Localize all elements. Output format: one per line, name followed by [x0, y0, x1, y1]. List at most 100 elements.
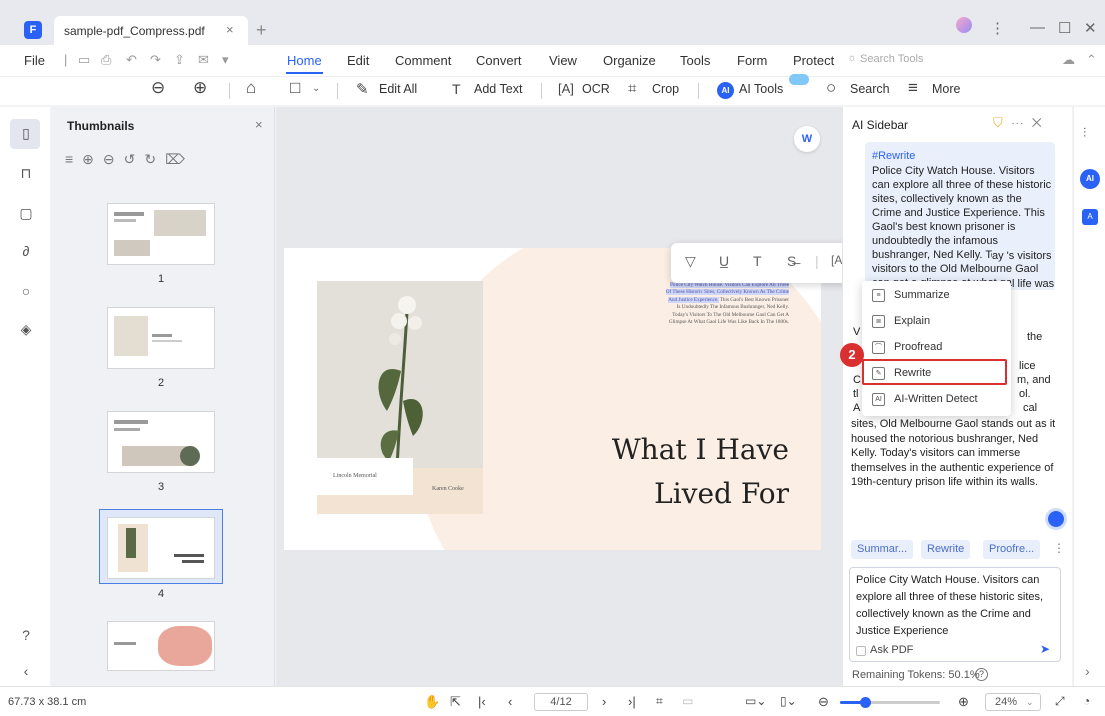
- ask-pdf-checkbox[interactable]: [856, 646, 866, 656]
- search-icon[interactable]: ○: [17, 283, 35, 299]
- menu-form[interactable]: Form: [737, 53, 767, 68]
- user-avatar-icon[interactable]: [956, 17, 972, 33]
- underline-icon[interactable]: U̲: [719, 253, 729, 269]
- thumbnail-page-3[interactable]: [107, 411, 215, 473]
- cloud-icon[interactable]: ☁: [1062, 52, 1075, 68]
- ai-tools-icon[interactable]: AI: [717, 82, 734, 99]
- ocr-icon[interactable]: [A]: [558, 81, 574, 96]
- thumbnail-page-2[interactable]: [107, 307, 215, 369]
- zoom-slider[interactable]: [840, 697, 940, 708]
- menu-file[interactable]: File: [24, 53, 45, 68]
- menu-home[interactable]: Home: [287, 53, 322, 68]
- prompt-input[interactable]: Police City Watch House. Visitors can ex…: [849, 567, 1061, 662]
- highlight-icon[interactable]: ⌂: [246, 78, 256, 98]
- page-number-input[interactable]: 4/12: [534, 693, 588, 711]
- ocr-button[interactable]: OCR: [582, 82, 610, 96]
- new-tab-icon[interactable]: +: [256, 20, 267, 41]
- previous-page-icon[interactable]: ‹: [508, 694, 512, 709]
- menu-convert[interactable]: Convert: [476, 53, 522, 68]
- theme-icon[interactable]: ◔: [1083, 694, 1090, 708]
- next-page-icon[interactable]: ›: [602, 694, 606, 709]
- view-mode-icon[interactable]: ▭⌄: [745, 694, 766, 708]
- menu-item-proofread[interactable]: ⌒ Proofread: [862, 335, 1011, 361]
- crop-icon[interactable]: ⌗: [628, 80, 636, 97]
- shape-dropdown-icon[interactable]: ⌄: [312, 83, 320, 94]
- delete-icon[interactable]: ⌦: [165, 151, 194, 167]
- more-icon[interactable]: ≡: [908, 78, 918, 98]
- prompt-text[interactable]: Police City Watch House. Visitors can ex…: [856, 572, 1056, 640]
- fit-width-icon[interactable]: ▭: [682, 694, 693, 708]
- zoom-out-icon[interactable]: ⊖: [103, 151, 124, 167]
- edit-all-button[interactable]: Edit All: [379, 82, 417, 96]
- maximize-icon[interactable]: ☐: [1058, 19, 1071, 37]
- add-text-button[interactable]: Add Text: [474, 82, 522, 96]
- crop-button[interactable]: Crop: [652, 82, 679, 96]
- zoom-select[interactable]: 24% ⌄: [985, 693, 1041, 711]
- tab-close-icon[interactable]: ×: [226, 22, 234, 37]
- customize-icon[interactable]: ▾: [222, 52, 229, 68]
- thumbnail-page-5[interactable]: [107, 621, 215, 671]
- send-icon[interactable]: ➤: [1040, 642, 1050, 656]
- first-page-icon[interactable]: |‹: [478, 694, 486, 709]
- chip-proofread[interactable]: Proofre...: [983, 540, 1041, 559]
- convert-to-word-icon[interactable]: W: [794, 126, 820, 152]
- pdf-page[interactable]: Lincoln Memorial Karen Cooke Police City…: [284, 248, 821, 550]
- zoom-in-icon[interactable]: ⊕: [82, 151, 103, 167]
- menu-view[interactable]: View: [549, 53, 577, 68]
- search-tools-input[interactable]: Search Tools: [860, 53, 923, 65]
- highlight-text-icon[interactable]: ▽: [685, 253, 696, 270]
- thumbnail-page-4[interactable]: [107, 517, 215, 579]
- cart-icon[interactable]: ⛉: [993, 115, 1011, 130]
- close-icon[interactable]: ✕: [1032, 115, 1050, 130]
- ai-tools-button[interactable]: AI Tools: [739, 82, 783, 96]
- text-icon[interactable]: T: [753, 253, 762, 269]
- more-icon[interactable]: ⋯: [1011, 115, 1032, 130]
- expand-icon[interactable]: ›: [1085, 663, 1090, 679]
- zoom-in-icon[interactable]: ⊕: [193, 78, 207, 98]
- document-tab[interactable]: sample-pdf_Compress.pdf ×: [54, 16, 248, 45]
- collapse-icon[interactable]: ‹: [17, 663, 35, 679]
- ai-sidebar-icon[interactable]: AI: [1080, 169, 1100, 189]
- rotate-right-icon[interactable]: ↻: [144, 151, 165, 167]
- menu-tools[interactable]: Tools: [680, 53, 710, 68]
- thumbnail-page-1[interactable]: [107, 203, 215, 265]
- redo-icon[interactable]: ↷: [150, 52, 161, 68]
- save-icon[interactable]: ▭: [78, 52, 90, 68]
- mail-icon[interactable]: ✉: [198, 52, 209, 68]
- zoom-out-icon[interactable]: ⊖: [818, 694, 829, 710]
- minimize-icon[interactable]: —: [1030, 19, 1045, 36]
- chips-more-icon[interactable]: ⋮: [1053, 541, 1065, 555]
- select-tool-icon[interactable]: ⇱: [450, 694, 461, 710]
- last-page-icon[interactable]: ›|: [628, 694, 636, 709]
- search-icon[interactable]: ○: [826, 78, 836, 98]
- layers-icon[interactable]: ◈: [17, 321, 35, 338]
- menu-protect[interactable]: Protect: [793, 53, 834, 68]
- share-icon[interactable]: ⇪: [174, 52, 185, 68]
- zoom-in-icon[interactable]: ⊕: [958, 694, 969, 710]
- thumbnails-close-icon[interactable]: ×: [255, 117, 263, 132]
- chip-summarize[interactable]: Summar...: [851, 540, 914, 559]
- menu-item-summarize[interactable]: ≡ Summarize: [862, 283, 1011, 309]
- collapse-ribbon-icon[interactable]: ⌃: [1086, 52, 1097, 68]
- strikethrough-icon[interactable]: S̶: [787, 253, 796, 269]
- attachment-icon[interactable]: ∂: [17, 243, 35, 259]
- more-button[interactable]: More: [932, 82, 960, 96]
- close-window-icon[interactable]: ✕: [1084, 19, 1097, 37]
- thumbnails-icon[interactable]: ▯: [17, 125, 35, 142]
- tokens-help-icon[interactable]: ?: [975, 668, 988, 681]
- rotate-left-icon[interactable]: ↺: [124, 151, 145, 167]
- comment-icon[interactable]: ▢: [17, 205, 35, 222]
- undo-icon[interactable]: ↶: [126, 52, 137, 68]
- ai-assistant-float-icon[interactable]: [1045, 508, 1067, 530]
- page-layout-icon[interactable]: ▯⌄: [780, 694, 797, 708]
- hand-tool-icon[interactable]: ✋: [424, 694, 440, 710]
- zoom-slider-handle[interactable]: [860, 697, 871, 708]
- properties-icon[interactable]: ⫶: [1083, 125, 1086, 141]
- shape-icon[interactable]: □: [290, 78, 300, 98]
- menu-comment[interactable]: Comment: [395, 53, 451, 68]
- add-text-icon[interactable]: T: [452, 81, 461, 97]
- menu-edit[interactable]: Edit: [347, 53, 369, 68]
- fullscreen-icon[interactable]: ⤢: [1055, 694, 1065, 709]
- fit-page-icon[interactable]: ⌗: [656, 694, 663, 709]
- menu-item-explain[interactable]: ≣ Explain: [862, 309, 1011, 335]
